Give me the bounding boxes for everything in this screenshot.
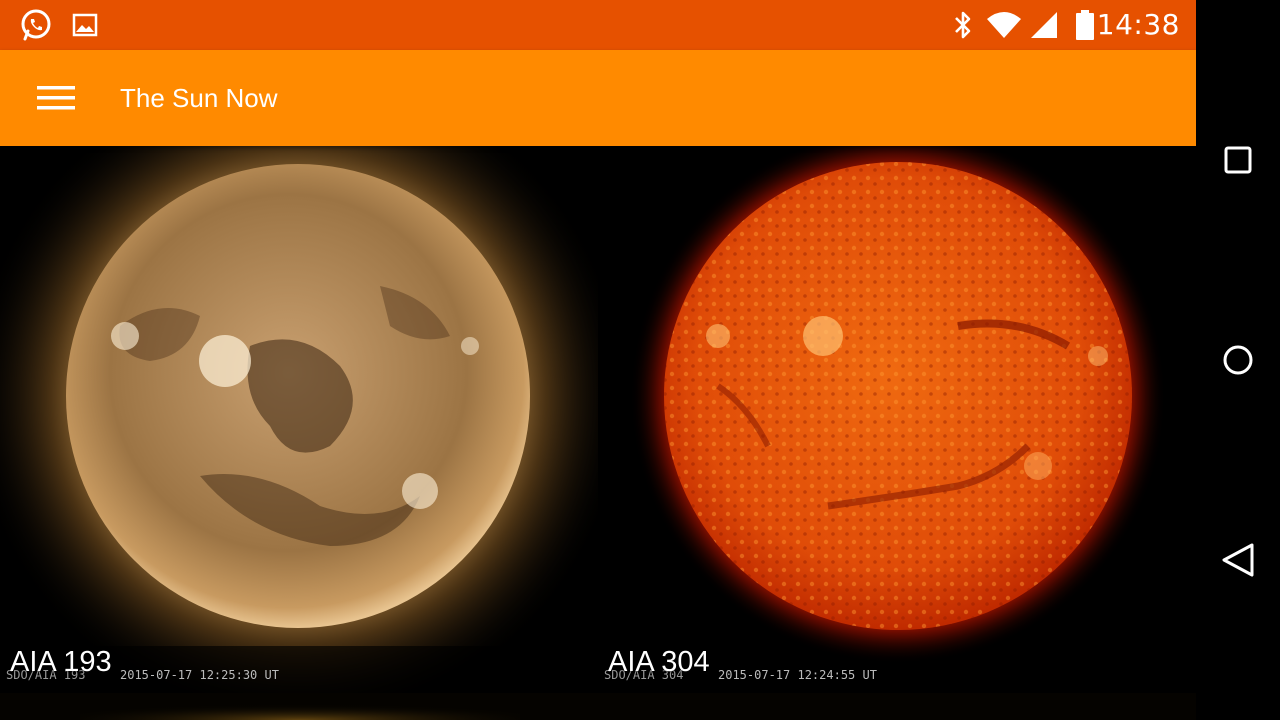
wifi-icon: [985, 0, 1023, 50]
next-row-tile-preview: [0, 693, 1196, 720]
app-title: The Sun Now: [120, 83, 278, 113]
battery-icon: [1072, 0, 1098, 50]
system-navigation-bar: [1196, 0, 1280, 720]
tile-caption: AIA 304: [608, 646, 710, 678]
image-timestamp: 2015-07-17 12:25:30 UT: [120, 668, 279, 682]
sun-image-aia-193: [0, 146, 598, 693]
image-timestamp: 2015-07-17 12:24:55 UT: [718, 668, 877, 682]
sun-tile-aia-304[interactable]: SDO/AIA 304 2015-07-17 12:24:55 UT AIA 3…: [598, 146, 1196, 693]
back-icon[interactable]: [1208, 530, 1268, 590]
sun-image-grid: SDO/AIA 193 2015-07-17 12:25:30 UT AIA 1…: [0, 146, 1196, 720]
gallery-icon: [70, 0, 100, 50]
app-toolbar: The Sun Now: [0, 50, 1196, 146]
recent-apps-icon[interactable]: [1208, 130, 1268, 190]
status-clock: 14:38: [1096, 8, 1180, 41]
bluetooth-icon: [948, 0, 978, 50]
sun-tile-aia-193[interactable]: SDO/AIA 193 2015-07-17 12:25:30 UT AIA 1…: [0, 146, 598, 693]
device-screen: 14:38 The Sun Now SDO/AIA 193 2015-07-17…: [0, 0, 1280, 720]
status-bar: 14:38: [0, 0, 1196, 50]
home-icon[interactable]: [1208, 330, 1268, 390]
hamburger-menu-icon[interactable]: [24, 74, 88, 122]
whatsapp-icon: [18, 0, 54, 50]
cell-signal-icon: [1028, 0, 1060, 50]
sun-image-aia-304: [598, 146, 1196, 693]
tile-caption: AIA 193: [10, 646, 112, 678]
